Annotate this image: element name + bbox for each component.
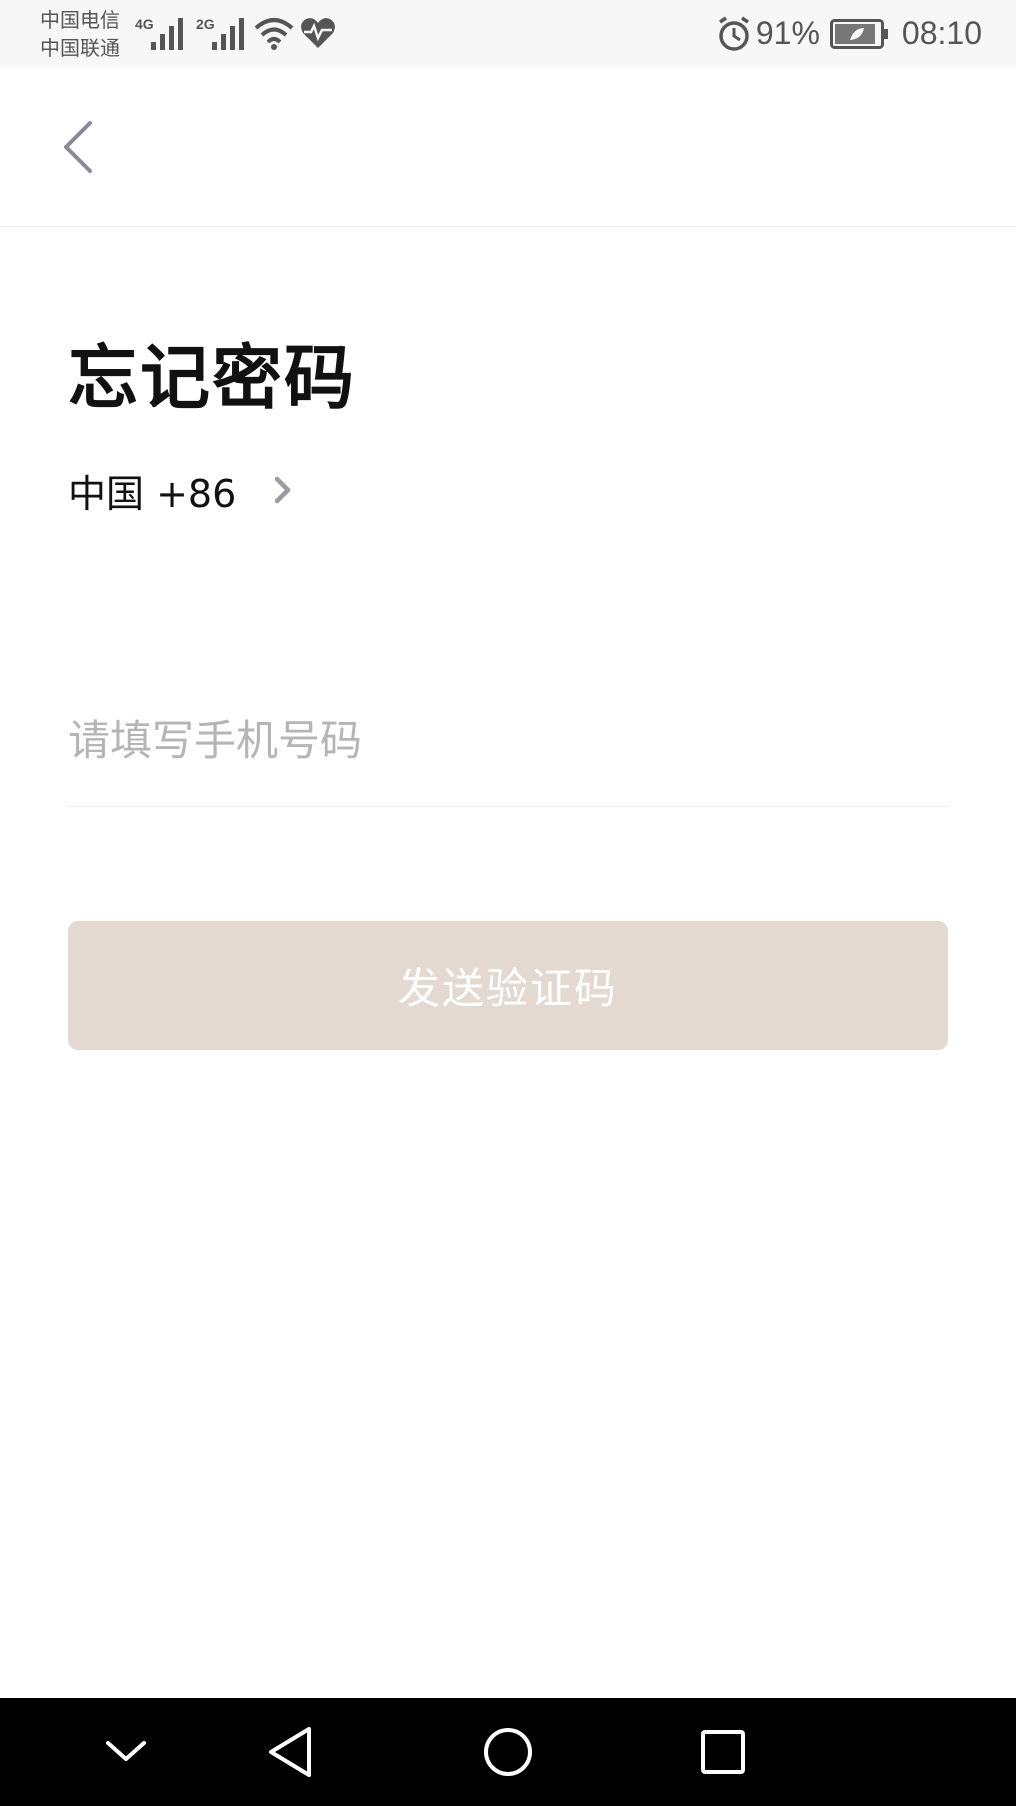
chevron-right-icon — [275, 476, 291, 504]
circle-home-icon — [484, 1728, 532, 1776]
country-code-label: 中国 +86 — [68, 471, 237, 516]
system-nav-bar — [0, 1698, 1016, 1806]
carrier-2: 中国联通 — [40, 36, 120, 60]
send-verification-code-button[interactable]: 发送验证码 — [68, 921, 948, 1050]
nav-collapse-button[interactable] — [72, 1698, 180, 1806]
battery-percent: 91% — [755, 15, 820, 51]
screen: 中国电信 中国联通 4G 2G 91% 08:10 忘记密码 中国 +86 请填… — [0, 0, 1016, 1806]
nav-recents-button[interactable] — [669, 1698, 777, 1806]
carrier-names: 中国电信 中国联通 — [40, 6, 120, 62]
wifi-icon — [254, 18, 294, 50]
phone-number-input[interactable] — [68, 700, 948, 780]
status-right: 91% 08:10 — [716, 0, 982, 67]
back-button[interactable] — [52, 117, 112, 177]
back-arrow-icon — [64, 121, 92, 173]
page-header — [0, 67, 1016, 227]
nav-back-button[interactable] — [236, 1698, 344, 1806]
clock-time: 08:10 — [901, 15, 982, 51]
triangle-back-icon — [269, 1727, 311, 1777]
health-heart-icon — [301, 18, 335, 48]
status-bar: 中国电信 中国联通 4G 2G 91% 08:10 — [0, 0, 1016, 67]
chevron-down-icon — [106, 1741, 146, 1761]
page-title: 忘记密码 — [68, 337, 356, 419]
alarm-icon — [718, 16, 749, 51]
signal-bars-icon — [151, 18, 183, 50]
battery-icon — [829, 18, 888, 49]
nav-home-button[interactable] — [454, 1698, 562, 1806]
country-code-selector[interactable]: 中国 +86 — [68, 462, 294, 518]
carrier-1: 中国电信 — [40, 8, 120, 32]
square-recents-icon — [701, 1730, 745, 1774]
input-divider — [68, 806, 948, 807]
signal-bars-icon — [212, 18, 244, 50]
